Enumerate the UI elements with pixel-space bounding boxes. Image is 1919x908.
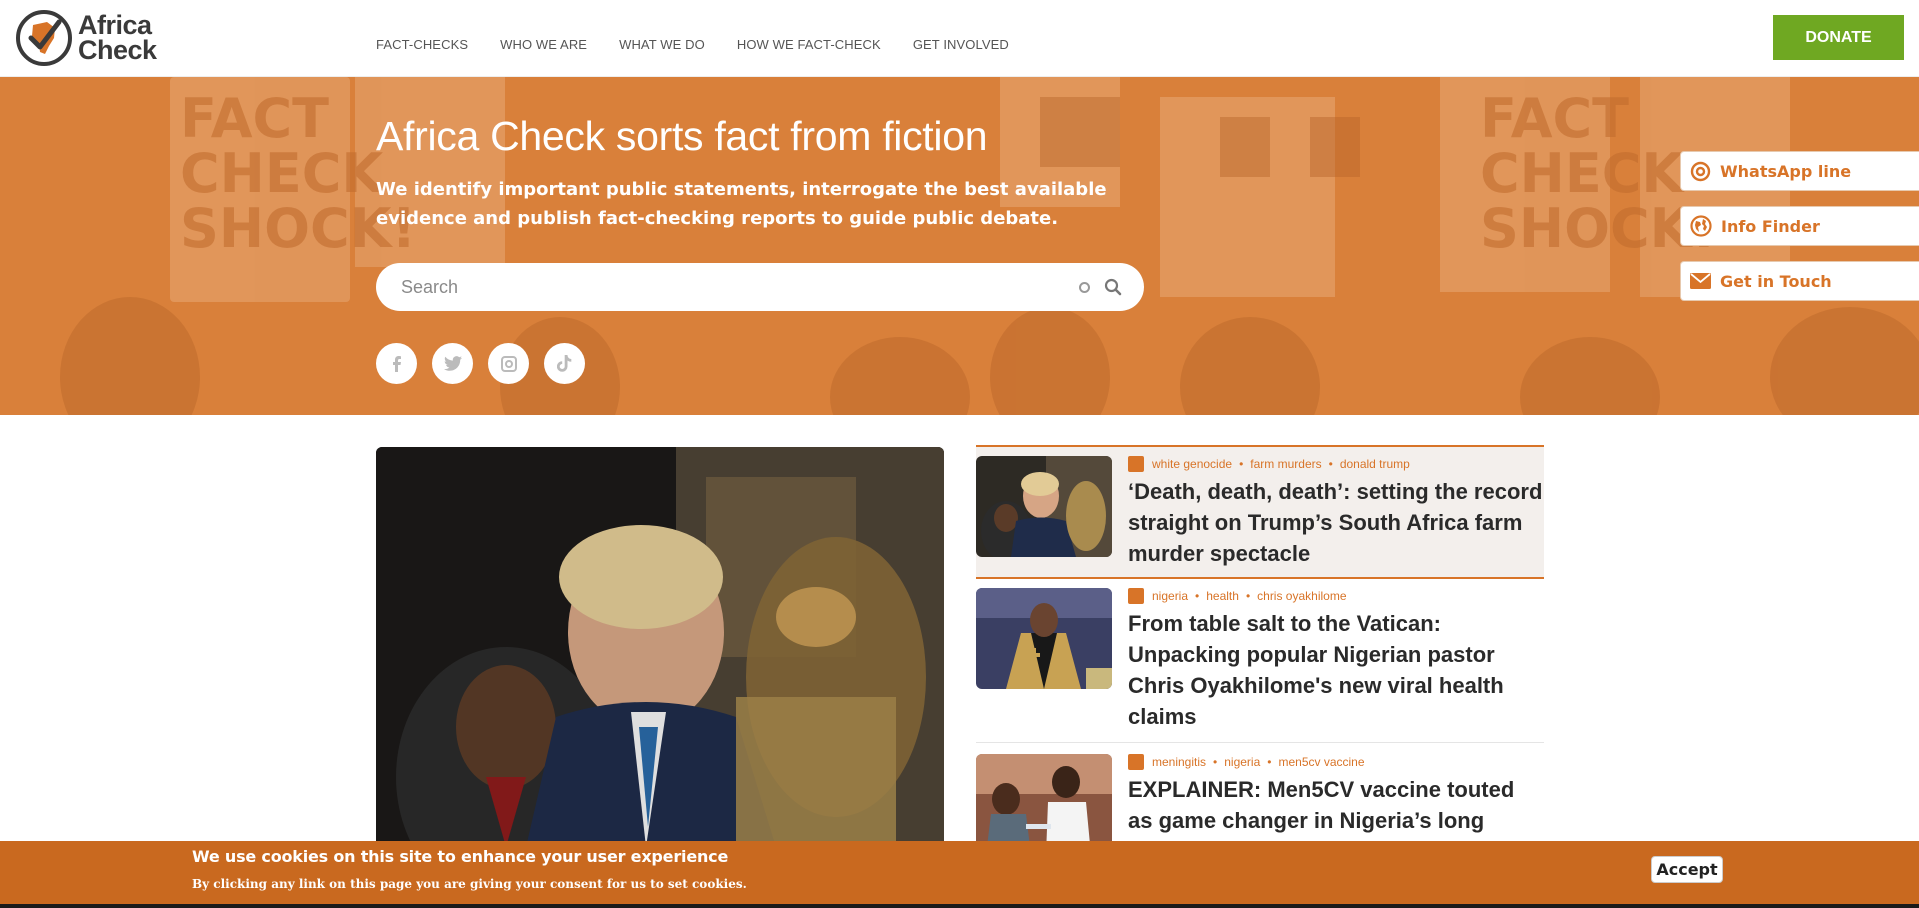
twitter-icon[interactable]: [432, 343, 473, 384]
tag-health[interactable]: health: [1206, 589, 1239, 603]
side-quick-links: WhatsApp line Info Finder Get in Touch: [1680, 151, 1919, 316]
tag-nigeria[interactable]: nigeria: [1152, 589, 1188, 603]
cookie-text: By clicking any link on this page you ar…: [192, 877, 747, 891]
featured-photo: [376, 447, 944, 847]
tag-chris-oyakhilome[interactable]: chris oyakhilome: [1257, 589, 1346, 603]
tag-separator: •: [1245, 589, 1251, 603]
nav-what-we-do[interactable]: WHAT WE DO: [619, 37, 705, 52]
whatsapp-line-link[interactable]: WhatsApp line: [1680, 151, 1919, 191]
tag-meningitis[interactable]: meningitis: [1152, 755, 1206, 769]
svg-text:FACT: FACT: [180, 87, 329, 150]
info-finder-label: Info Finder: [1721, 216, 1820, 236]
social-links: [376, 343, 585, 384]
tag-separator: •: [1239, 457, 1244, 471]
nav-who-we-are[interactable]: WHO WE ARE: [500, 37, 587, 52]
tiktok-icon[interactable]: [544, 343, 585, 384]
story-tags: white genocide • farm murders • donald t…: [1128, 456, 1544, 472]
tag-donald-trump[interactable]: donald trump: [1340, 457, 1410, 471]
accept-cookies-button[interactable]: Accept: [1651, 856, 1723, 883]
logo-word-check: Check: [78, 35, 157, 65]
story-headline[interactable]: From table salt to the Vatican: Unpackin…: [1128, 608, 1544, 732]
svg-text:CHECK: CHECK: [1480, 142, 1685, 205]
fact-check-tag-icon: [1128, 456, 1144, 472]
nav-get-involved[interactable]: GET INVOLVED: [913, 37, 1009, 52]
story-tags: meningitis • nigeria • men5cv vaccine: [1128, 754, 1544, 770]
nav-fact-checks[interactable]: FACT-CHECKS: [376, 37, 468, 52]
fact-check-tag-icon: [1128, 588, 1144, 604]
story-thumbnail: [976, 456, 1112, 557]
donate-button[interactable]: DONATE: [1773, 15, 1904, 60]
loading-spinner-icon: [1079, 281, 1090, 293]
whatsapp-line-label: WhatsApp line: [1720, 161, 1852, 181]
story-thumbnail: [976, 754, 1112, 855]
search-input[interactable]: [401, 276, 1079, 298]
main-nav: FACT-CHECKS WHO WE ARE WHAT WE DO HOW WE…: [376, 37, 1009, 52]
story-body: nigeria • health • chris oyakhilome From…: [1128, 588, 1544, 742]
tag-separator: •: [1213, 755, 1218, 769]
tag-separator: •: [1328, 457, 1333, 471]
hero-title: Africa Check sorts fact from fiction: [376, 113, 988, 159]
instagram-icon[interactable]: [488, 343, 529, 384]
story-headline[interactable]: ‘Death, death, death’: setting the recor…: [1128, 476, 1544, 569]
site-header: Africa Check FACT-CHECKS WHO WE ARE WHAT…: [0, 0, 1919, 77]
story-thumbnail: [976, 588, 1112, 689]
get-in-touch-link[interactable]: Get in Touch: [1680, 261, 1919, 301]
envelope-icon: [1690, 273, 1711, 289]
tag-men5cv-vaccine[interactable]: men5cv vaccine: [1278, 755, 1364, 769]
tag-white-genocide[interactable]: white genocide: [1152, 457, 1232, 471]
story-tags: nigeria • health • chris oyakhilome: [1128, 588, 1544, 604]
get-in-touch-label: Get in Touch: [1720, 271, 1832, 291]
info-finder-link[interactable]: Info Finder: [1680, 206, 1919, 246]
story-body: white genocide • farm murders • donald t…: [1128, 456, 1544, 577]
facebook-icon[interactable]: [376, 343, 417, 384]
hero-banner: FACT CHECK SHOCK! FACT CHECK SHOCK! Afri…: [0, 77, 1919, 415]
tag-separator: •: [1195, 589, 1200, 603]
hero-subtitle: We identify important public statements,…: [376, 179, 1107, 229]
cookie-title: We use cookies on this site to enhance y…: [192, 847, 729, 866]
africa-check-logo[interactable]: Africa Check: [14, 8, 164, 68]
story-item-chris-oyakhilome[interactable]: nigeria • health • chris oyakhilome From…: [976, 588, 1544, 743]
svg-text:CHECK: CHECK: [180, 142, 385, 205]
fact-check-tag-icon: [1128, 754, 1144, 770]
logo-wordmark: Africa Check: [78, 12, 157, 65]
tag-farm-murders[interactable]: farm murders: [1250, 457, 1321, 471]
search-icon[interactable]: [1104, 278, 1122, 296]
search-bar: [376, 263, 1144, 311]
logo-mark-icon: [16, 10, 72, 66]
story-item-trump-farm-murders[interactable]: white genocide • farm murders • donald t…: [976, 445, 1544, 579]
whatsapp-icon: [1690, 161, 1711, 181]
tag-separator: •: [1267, 755, 1272, 769]
globe-icon: [1690, 215, 1712, 237]
nav-how-we-fact-check[interactable]: HOW WE FACT-CHECK: [737, 37, 881, 52]
svg-text:FACT: FACT: [1480, 87, 1629, 150]
featured-story-image[interactable]: [376, 447, 944, 847]
cookie-consent-bar: We use cookies on this site to enhance y…: [0, 841, 1919, 908]
tag-nigeria[interactable]: nigeria: [1224, 755, 1260, 769]
